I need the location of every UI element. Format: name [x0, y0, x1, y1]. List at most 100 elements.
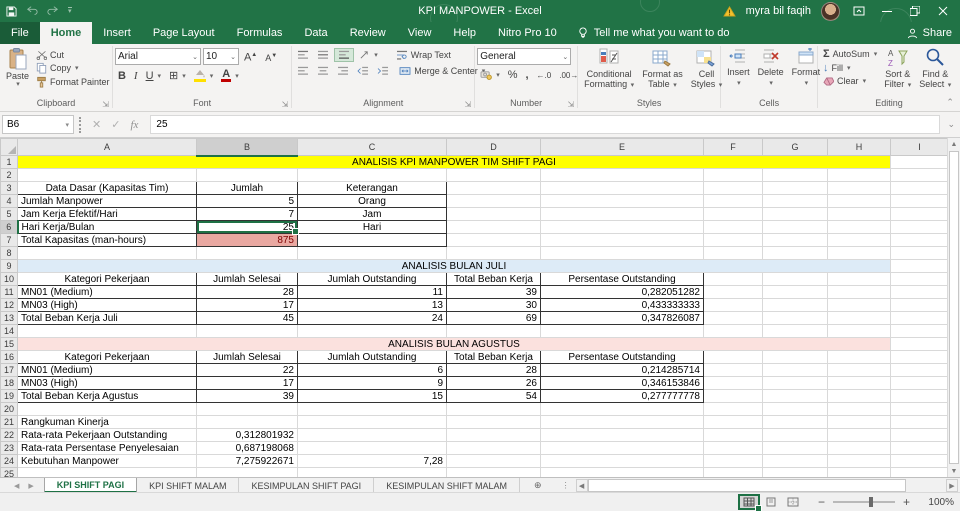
share-button[interactable]: Share — [907, 22, 952, 44]
cell-B3[interactable]: Jumlah — [196, 181, 298, 195]
column-header-I[interactable]: I — [890, 138, 948, 156]
cell-A18[interactable]: MN03 (High) — [17, 376, 197, 390]
row-header-25[interactable]: 25 — [0, 467, 18, 477]
cell-A7[interactable]: Total Kapasitas (man-hours) — [17, 233, 197, 247]
cell-D23[interactable] — [446, 441, 541, 455]
font-dialog-launcher[interactable]: ⇲ — [282, 101, 289, 109]
cell-D24[interactable] — [446, 454, 541, 468]
cell-B7[interactable]: 875 — [196, 233, 298, 247]
cell-H12[interactable] — [827, 298, 891, 312]
tab-help[interactable]: Help — [442, 22, 487, 44]
zoom-slider[interactable] — [832, 497, 895, 507]
row-header-4[interactable]: 4 — [0, 194, 18, 208]
tab-file[interactable]: File — [0, 22, 40, 44]
tab-data[interactable]: Data — [293, 22, 338, 44]
page-break-view-button[interactable] — [782, 494, 804, 510]
bold-button[interactable]: B — [115, 69, 129, 83]
cell-D21[interactable] — [446, 415, 541, 429]
cell-D17[interactable]: 28 — [446, 363, 541, 377]
cell-D12[interactable]: 30 — [446, 298, 541, 312]
cell-E25[interactable] — [540, 467, 704, 477]
bottom-align-button[interactable] — [334, 48, 355, 62]
cell-E20[interactable] — [540, 402, 704, 416]
cell-C19[interactable]: 15 — [297, 389, 447, 403]
cell-I9[interactable] — [890, 259, 948, 273]
cell-B16[interactable]: Jumlah Selesai — [196, 350, 298, 364]
row-header-22[interactable]: 22 — [0, 428, 18, 442]
cell-E23[interactable] — [540, 441, 704, 455]
cell-F14[interactable] — [703, 324, 763, 338]
row-header-24[interactable]: 24 — [0, 454, 18, 468]
fill-button[interactable]: ↓ Fill ▾ — [820, 61, 880, 75]
collapse-ribbon-button[interactable]: ⌃ — [946, 98, 954, 107]
row-header-20[interactable]: 20 — [0, 402, 18, 416]
cell-I5[interactable] — [890, 207, 948, 221]
cell-G18[interactable] — [762, 376, 828, 390]
cell-F11[interactable] — [703, 285, 763, 299]
cell-G2[interactable] — [762, 168, 828, 182]
cell-D16[interactable]: Total Beban Kerja — [446, 350, 541, 364]
cell-A21[interactable]: Rangkuman Kinerja — [17, 415, 197, 429]
cell-A9[interactable]: ANALISIS BULAN JULI — [17, 259, 891, 273]
number-dialog-launcher[interactable]: ⇲ — [567, 101, 574, 109]
cell-A2[interactable] — [17, 168, 197, 182]
restore-button[interactable] — [906, 0, 924, 22]
cell-I12[interactable] — [890, 298, 948, 312]
cell-E18[interactable]: 0,346153846 — [540, 376, 704, 390]
cell-D8[interactable] — [446, 246, 541, 260]
column-header-G[interactable]: G — [762, 138, 828, 156]
cell-B5[interactable]: 7 — [196, 207, 298, 221]
cell-D20[interactable] — [446, 402, 541, 416]
cell-A25[interactable] — [17, 467, 197, 477]
cell-I14[interactable] — [890, 324, 948, 338]
cell-C17[interactable]: 6 — [297, 363, 447, 377]
cell-D10[interactable]: Total Beban Kerja — [446, 272, 541, 286]
wrap-text-button[interactable]: Wrap Text — [393, 49, 454, 61]
cell-I3[interactable] — [890, 181, 948, 195]
cell-F16[interactable] — [703, 350, 763, 364]
cell-F22[interactable] — [703, 428, 763, 442]
cell-B20[interactable] — [196, 402, 298, 416]
row-header-21[interactable]: 21 — [0, 415, 18, 429]
font-color-button[interactable]: A ▾ — [218, 68, 241, 83]
sheet-tab-kpi-shift-pagi[interactable]: KPI SHIFT PAGI — [43, 478, 138, 493]
row-header-23[interactable]: 23 — [0, 441, 18, 455]
cell-A12[interactable]: MN03 (High) — [17, 298, 197, 312]
clear-button[interactable]: Clear ▾ — [820, 75, 880, 87]
row-header-17[interactable]: 17 — [0, 363, 18, 377]
expand-formula-bar-icon[interactable]: ⌄ — [942, 119, 960, 130]
cell-C11[interactable]: 11 — [297, 285, 447, 299]
cell-B11[interactable]: 28 — [196, 285, 298, 299]
cell-I4[interactable] — [890, 194, 948, 208]
tab-page-layout[interactable]: Page Layout — [142, 22, 226, 44]
scroll-down-icon[interactable]: ▼ — [948, 465, 960, 477]
cell-A19[interactable]: Total Beban Kerja Agustus — [17, 389, 197, 403]
cell-I1[interactable] — [890, 155, 948, 169]
cell-B17[interactable]: 22 — [196, 363, 298, 377]
cell-I8[interactable] — [890, 246, 948, 260]
confirm-entry-icon[interactable]: ✓ — [111, 118, 120, 131]
cell-C10[interactable]: Jumlah Outstanding — [297, 272, 447, 286]
cell-G16[interactable] — [762, 350, 828, 364]
cell-C21[interactable] — [297, 415, 447, 429]
scroll-left-icon[interactable]: ◀ — [575, 479, 588, 492]
column-header-A[interactable]: A — [17, 138, 197, 156]
cell-G20[interactable] — [762, 402, 828, 416]
cell-A16[interactable]: Kategori Pekerjaan — [17, 350, 197, 364]
row-header-16[interactable]: 16 — [0, 350, 18, 364]
zoom-level[interactable]: 100% — [920, 497, 954, 508]
cell-F7[interactable] — [703, 233, 763, 247]
cell-F12[interactable] — [703, 298, 763, 312]
avatar[interactable] — [821, 1, 840, 21]
cell-C6[interactable]: Hari — [297, 220, 447, 234]
increase-font-size-button[interactable]: A▲ — [241, 48, 260, 65]
cell-A14[interactable] — [17, 324, 197, 338]
user-name[interactable]: myra bil faqih — [746, 5, 811, 17]
cell-F18[interactable] — [703, 376, 763, 390]
cell-B19[interactable]: 39 — [196, 389, 298, 403]
cell-D19[interactable]: 54 — [446, 389, 541, 403]
cell-C7[interactable] — [297, 233, 447, 247]
cancel-entry-icon[interactable]: ✕ — [92, 118, 101, 131]
tell-me-box[interactable]: Tell me what you want to do — [568, 22, 740, 44]
cell-H2[interactable] — [827, 168, 891, 182]
